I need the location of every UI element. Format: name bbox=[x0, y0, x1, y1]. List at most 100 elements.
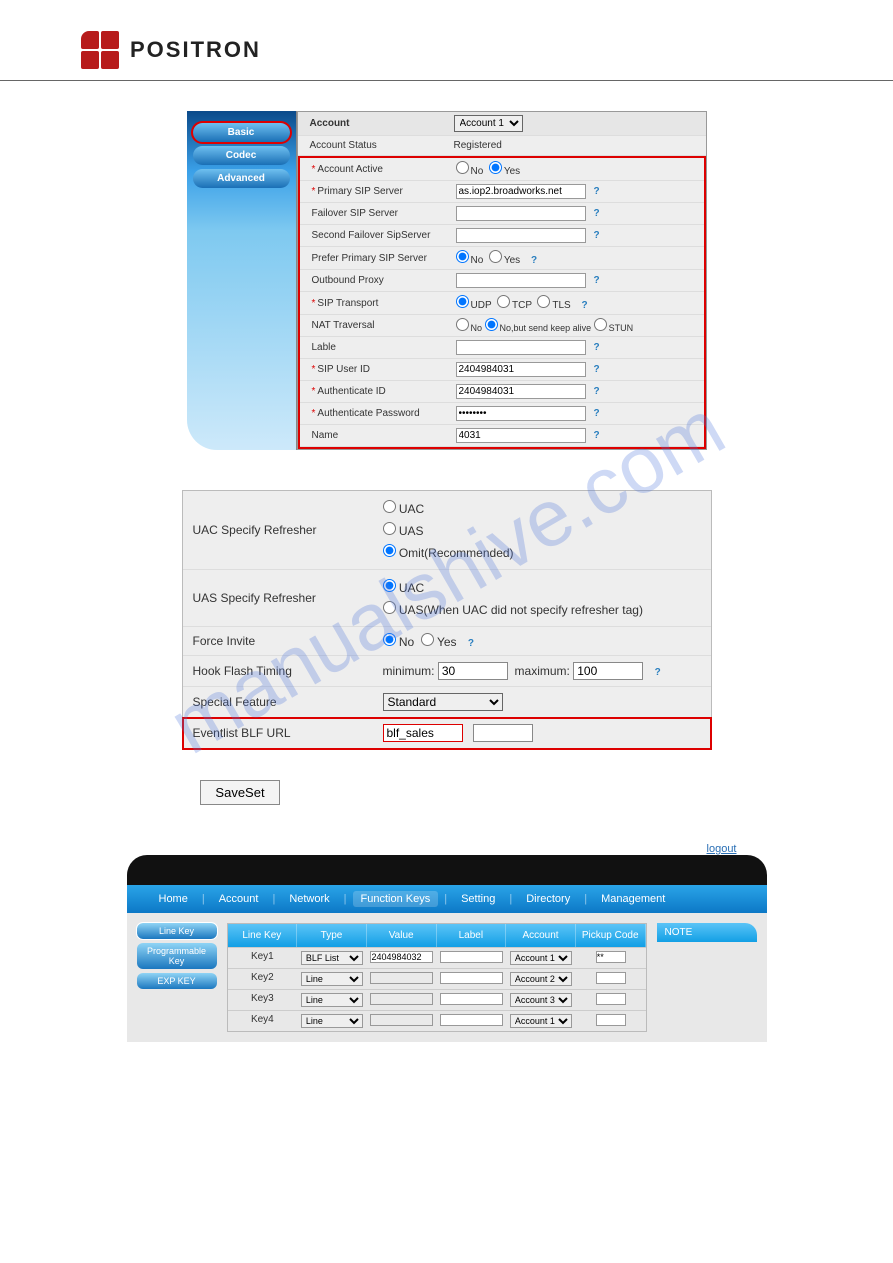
account-select[interactable]: Account 1 bbox=[510, 951, 572, 965]
primary-input[interactable] bbox=[456, 184, 586, 199]
prefer-yes-radio[interactable] bbox=[489, 250, 502, 263]
label-input[interactable] bbox=[440, 1014, 502, 1026]
pickup-input[interactable] bbox=[596, 993, 626, 1005]
name-input[interactable] bbox=[456, 428, 586, 443]
side-linekey[interactable]: Line Key bbox=[137, 923, 217, 939]
type-select[interactable]: BLF List bbox=[301, 951, 363, 965]
logo-icon bbox=[80, 30, 120, 70]
failover-input[interactable] bbox=[456, 206, 586, 221]
label-input[interactable] bbox=[440, 993, 502, 1005]
pickup-input[interactable] bbox=[596, 972, 626, 984]
account-select[interactable]: Account 1 bbox=[454, 115, 523, 132]
nat-keep-radio[interactable] bbox=[485, 318, 498, 331]
uac-radio-uac[interactable] bbox=[383, 500, 396, 513]
tab-advanced[interactable]: Advanced bbox=[193, 169, 290, 188]
authid-input[interactable] bbox=[456, 384, 586, 399]
force-no-radio[interactable] bbox=[383, 633, 396, 646]
authpw-label: Authenticate Password bbox=[317, 408, 419, 419]
prefer-no-radio[interactable] bbox=[456, 250, 469, 263]
blf-input-2[interactable] bbox=[473, 724, 533, 742]
force-label: Force Invite bbox=[193, 634, 383, 648]
hook-min-input[interactable] bbox=[438, 662, 508, 680]
nat-no-radio[interactable] bbox=[456, 318, 469, 331]
note-card: NOTE bbox=[657, 923, 757, 1032]
help-icon[interactable]: ? bbox=[594, 342, 600, 353]
active-no-radio[interactable] bbox=[456, 161, 469, 174]
side-expkey[interactable]: EXP KEY bbox=[137, 973, 217, 989]
linekey-sidebar: Line Key Programmable Key EXP KEY bbox=[137, 923, 217, 1032]
brand-name: POSITRON bbox=[130, 37, 261, 63]
hook-label: Hook Flash Timing bbox=[193, 664, 383, 678]
saveset-button[interactable]: SaveSet bbox=[200, 780, 280, 805]
help-icon[interactable]: ? bbox=[594, 430, 600, 441]
uas-radio-uac[interactable] bbox=[383, 579, 396, 592]
main-nav: Home| Account| Network| Function Keys| S… bbox=[127, 885, 767, 913]
authpw-input[interactable] bbox=[456, 406, 586, 421]
special-label: Special Feature bbox=[193, 695, 383, 709]
label-input[interactable] bbox=[440, 951, 502, 963]
primary-label: Primary SIP Server bbox=[317, 186, 402, 197]
col-account: Account bbox=[506, 924, 576, 947]
uas-label: UAS Specify Refresher bbox=[193, 591, 383, 605]
tab-codec[interactable]: Codec bbox=[193, 146, 290, 165]
tls-radio[interactable] bbox=[537, 295, 550, 308]
account-panel: Account Account 1 Account Status Registe… bbox=[297, 111, 707, 450]
help-icon[interactable]: ? bbox=[594, 386, 600, 397]
account-select[interactable]: Account 3 bbox=[510, 993, 572, 1007]
special-select[interactable]: Standard bbox=[383, 693, 503, 711]
sipuser-input[interactable] bbox=[456, 362, 586, 377]
table-row: Key4LineAccount 1 bbox=[228, 1010, 646, 1031]
nav-account[interactable]: Account bbox=[211, 891, 267, 907]
linekey-table: Line Key Type Value Label Account Pickup… bbox=[227, 923, 647, 1032]
value-input[interactable] bbox=[370, 993, 432, 1005]
force-yes-radio[interactable] bbox=[421, 633, 434, 646]
logout-link[interactable]: logout bbox=[707, 843, 737, 855]
account-heading: Account bbox=[304, 118, 454, 129]
uas-radio-uas[interactable] bbox=[383, 601, 396, 614]
lable-input[interactable] bbox=[456, 340, 586, 355]
nav-network[interactable]: Network bbox=[281, 891, 337, 907]
help-icon[interactable]: ? bbox=[594, 364, 600, 375]
failover-label: Failover SIP Server bbox=[306, 208, 456, 219]
help-icon[interactable]: ? bbox=[531, 255, 537, 266]
account-sidebar: Basic Codec Advanced bbox=[187, 111, 297, 450]
label-input[interactable] bbox=[440, 972, 502, 984]
uac-radio-uas[interactable] bbox=[383, 522, 396, 535]
nat-stun-radio[interactable] bbox=[594, 318, 607, 331]
type-select[interactable]: Line bbox=[301, 1014, 363, 1028]
value-input[interactable] bbox=[370, 951, 432, 963]
value-input[interactable] bbox=[370, 1014, 432, 1026]
help-icon[interactable]: ? bbox=[594, 208, 600, 219]
tcp-radio[interactable] bbox=[497, 295, 510, 308]
account-select[interactable]: Account 2 bbox=[510, 972, 572, 986]
hook-max-input[interactable] bbox=[573, 662, 643, 680]
side-programmable[interactable]: Programmable Key bbox=[137, 943, 217, 969]
account-select[interactable]: Account 1 bbox=[510, 1014, 572, 1028]
nav-management[interactable]: Management bbox=[593, 891, 673, 907]
type-select[interactable]: Line bbox=[301, 993, 363, 1007]
uac-label: UAC Specify Refresher bbox=[193, 523, 383, 537]
active-yes-radio[interactable] bbox=[489, 161, 502, 174]
uac-radio-omit[interactable] bbox=[383, 544, 396, 557]
help-icon[interactable]: ? bbox=[594, 230, 600, 241]
help-icon[interactable]: ? bbox=[594, 408, 600, 419]
nav-home[interactable]: Home bbox=[151, 891, 196, 907]
type-select[interactable]: Line bbox=[301, 972, 363, 986]
value-input[interactable] bbox=[370, 972, 432, 984]
nav-directory[interactable]: Directory bbox=[518, 891, 578, 907]
help-icon[interactable]: ? bbox=[582, 300, 588, 311]
second-failover-input[interactable] bbox=[456, 228, 586, 243]
prefer-label: Prefer Primary SIP Server bbox=[306, 253, 456, 264]
udp-radio[interactable] bbox=[456, 295, 469, 308]
blf-input[interactable] bbox=[383, 724, 463, 742]
help-icon[interactable]: ? bbox=[468, 638, 474, 649]
nav-function-keys[interactable]: Function Keys bbox=[353, 891, 439, 907]
help-icon[interactable]: ? bbox=[655, 667, 661, 678]
help-icon[interactable]: ? bbox=[594, 186, 600, 197]
tab-basic[interactable]: Basic bbox=[193, 123, 290, 142]
nav-setting[interactable]: Setting bbox=[453, 891, 503, 907]
outbound-input[interactable] bbox=[456, 273, 586, 288]
pickup-input[interactable] bbox=[596, 951, 626, 963]
pickup-input[interactable] bbox=[596, 1014, 626, 1026]
help-icon[interactable]: ? bbox=[594, 275, 600, 286]
